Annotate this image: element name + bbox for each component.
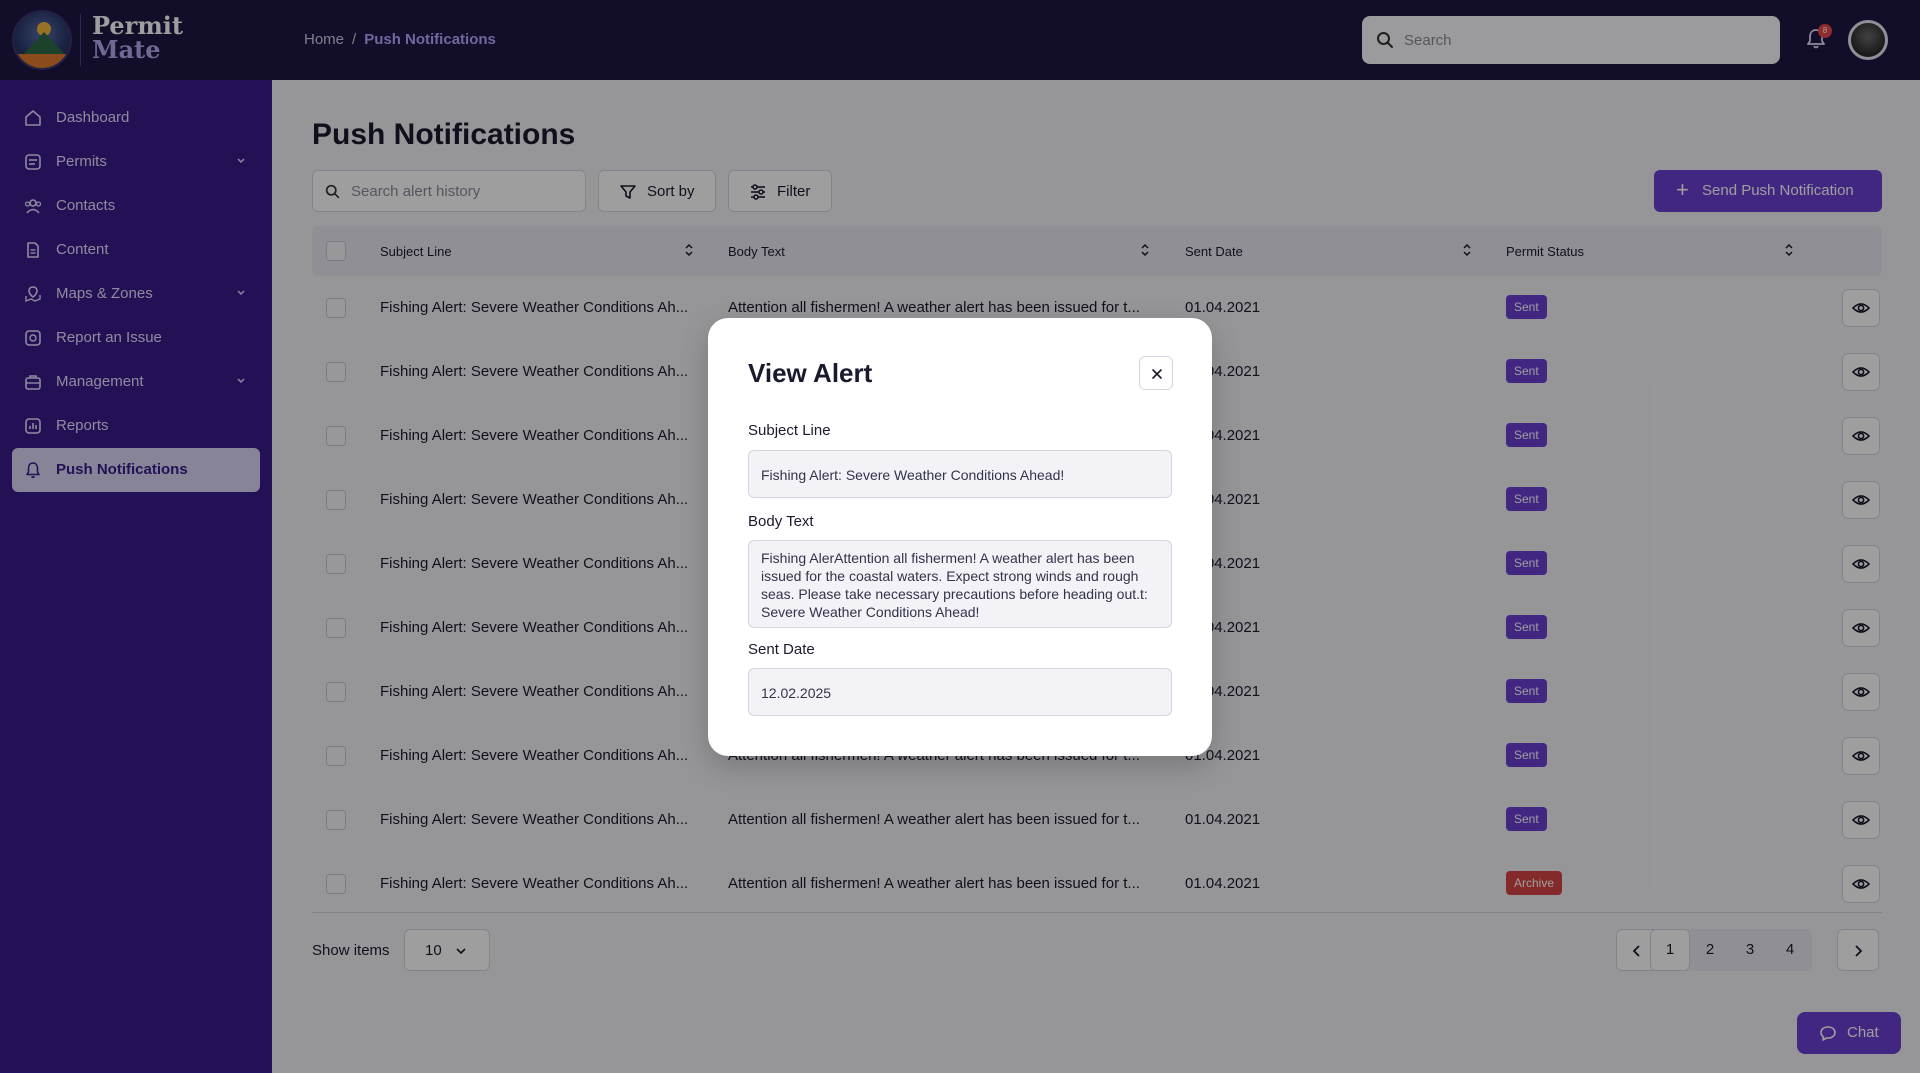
sent-date-value: 12.02.2025 bbox=[761, 685, 832, 701]
subject-line-value: Fishing Alert: Severe Weather Conditions… bbox=[761, 467, 1065, 483]
sent-date-field[interactable]: 12.02.2025 bbox=[748, 668, 1172, 716]
close-icon bbox=[1152, 369, 1162, 379]
sent-date-label: Sent Date bbox=[748, 641, 815, 658]
close-button[interactable] bbox=[1139, 356, 1173, 390]
body-text-value: Fishing AlerAttention all fishermen! A w… bbox=[761, 550, 1148, 620]
view-alert-modal: View Alert Subject Line Fishing Alert: S… bbox=[708, 318, 1212, 756]
subject-line-label: Subject Line bbox=[748, 422, 831, 439]
body-text-field[interactable]: Fishing AlerAttention all fishermen! A w… bbox=[748, 540, 1172, 628]
body-text-label: Body Text bbox=[748, 513, 814, 530]
modal-title: View Alert bbox=[748, 358, 873, 388]
subject-line-field[interactable]: Fishing Alert: Severe Weather Conditions… bbox=[748, 450, 1172, 498]
